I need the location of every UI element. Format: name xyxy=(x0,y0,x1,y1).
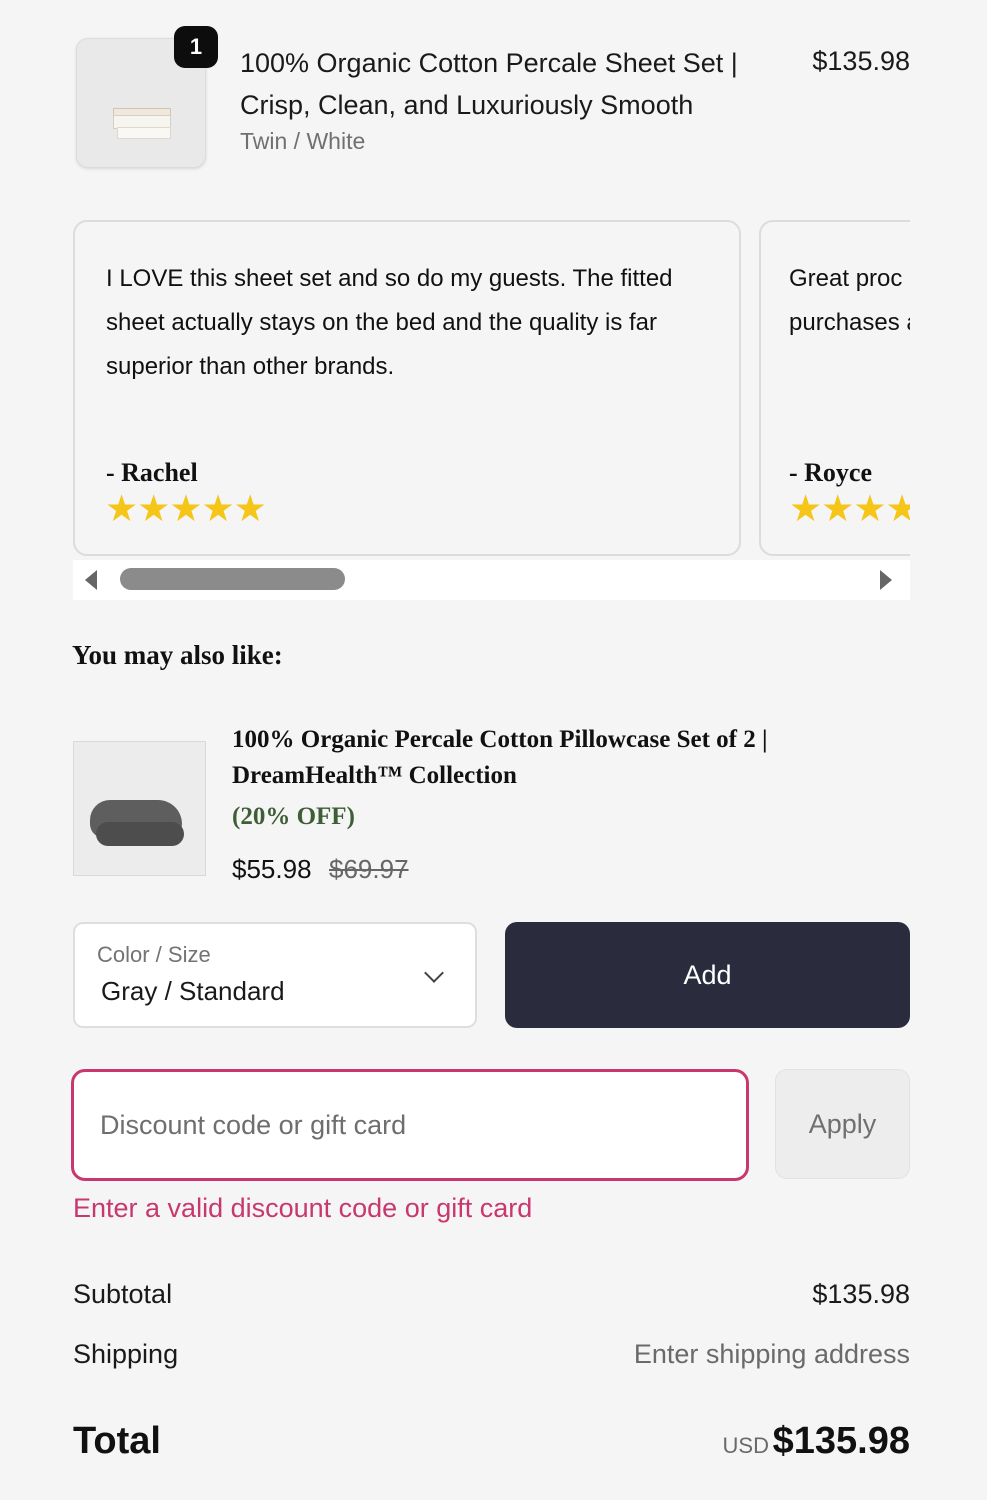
reviews-carousel[interactable]: I LOVE this sheet set and so do my guest… xyxy=(73,220,910,600)
add-button[interactable]: Add xyxy=(505,922,910,1028)
review-card: Great proc after 3 yea purchases and the… xyxy=(759,220,910,556)
upsell-price: $55.98 xyxy=(232,854,312,884)
subtotal-label: Subtotal xyxy=(73,1279,173,1309)
reviewer-name: - Royce xyxy=(789,458,873,487)
variant-select-label: Color / Size xyxy=(97,942,211,967)
pillowcase-image xyxy=(73,741,206,876)
apply-button[interactable]: Apply xyxy=(775,1069,910,1179)
variant-select[interactable]: Color / Size Gray / Standard xyxy=(73,922,477,1028)
cart-item-title: 100% Organic Cotton Percale Sheet Set | … xyxy=(240,48,738,120)
carousel-scrollbar[interactable] xyxy=(73,560,910,600)
upsell-heading: You may also like: xyxy=(72,640,283,670)
review-text: Great proc after 3 yea purchases and the… xyxy=(789,265,910,336)
star-rating: ★★★★★ xyxy=(105,488,267,529)
scroll-right-arrow-icon[interactable] xyxy=(880,570,892,590)
total-value: $135.98 xyxy=(772,1420,910,1462)
discount-code-input[interactable] xyxy=(71,1069,749,1181)
upsell-compare-price: $69.97 xyxy=(329,854,409,884)
cart-item-variant: Twin / White xyxy=(240,128,366,154)
reviewer-name: - Rachel xyxy=(106,458,198,487)
review-card: I LOVE this sheet set and so do my guest… xyxy=(73,220,741,556)
quantity-badge: 1 xyxy=(174,26,218,68)
shipping-label: Shipping xyxy=(73,1339,179,1369)
subtotal-value: $135.98 xyxy=(812,1279,910,1309)
cart-item-price: $135.98 xyxy=(812,46,910,76)
star-rating: ★★★★★ xyxy=(789,488,910,529)
variant-select-value: Gray / Standard xyxy=(101,976,285,1006)
total-label: Total xyxy=(73,1420,161,1462)
scrollbar-thumb[interactable] xyxy=(120,568,345,590)
discount-error-message: Enter a valid discount code or gift card xyxy=(73,1193,533,1223)
currency-code: USD xyxy=(722,1433,769,1458)
scroll-left-arrow-icon[interactable] xyxy=(85,570,97,590)
review-text: I LOVE this sheet set and so do my guest… xyxy=(106,265,673,380)
upsell-title: 100% Organic Percale Cotton Pillowcase S… xyxy=(232,726,768,789)
chevron-down-icon xyxy=(424,963,444,983)
upsell-discount: (20% OFF) xyxy=(232,803,355,830)
shipping-value: Enter shipping address xyxy=(633,1339,910,1369)
